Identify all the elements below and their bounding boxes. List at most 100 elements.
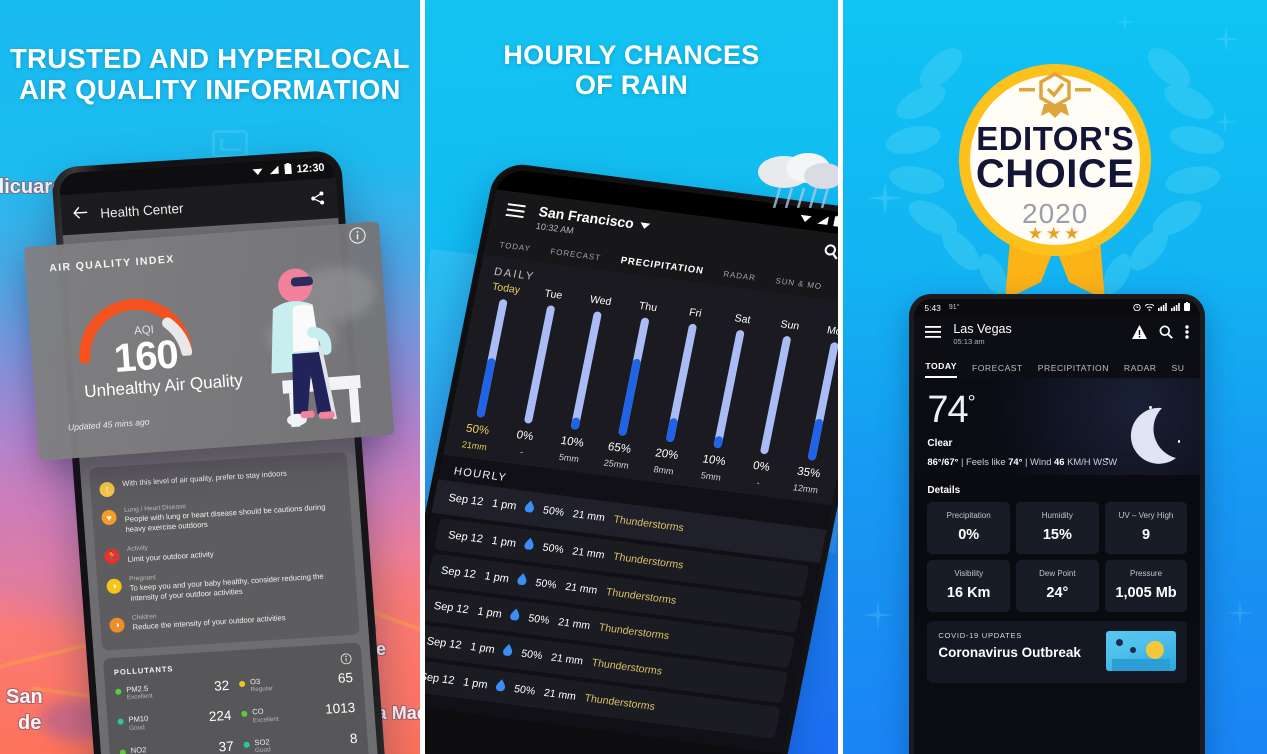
hamburger-menu-icon[interactable] — [504, 203, 526, 223]
search-icon[interactable] — [1159, 325, 1174, 344]
detail-cell-uv[interactable]: UV – Very High 9 — [1104, 502, 1188, 555]
bar-percent-label: 35% — [795, 465, 821, 481]
health-advice-card: ! With this level of air quality, prefer… — [88, 451, 360, 651]
hourly-percent: 50% — [534, 576, 558, 592]
pollutant-category: Regular — [250, 685, 274, 694]
pollutant-value: 1013 — [324, 700, 356, 718]
status-temp: 91° — [948, 304, 960, 311]
pollutant-category: Excellent — [126, 692, 153, 702]
battery-icon — [832, 215, 839, 230]
signal-icon — [1158, 302, 1168, 313]
bar-amount-label: - — [518, 446, 524, 458]
city-name[interactable]: Las Vegas — [953, 322, 1011, 336]
covid-thumbnail — [1106, 631, 1177, 672]
tab-forecast[interactable]: FORECAST — [549, 247, 601, 262]
chevron-down-icon[interactable] — [638, 215, 651, 234]
detail-cell-dew-point[interactable]: Dew Point 24° — [1016, 560, 1099, 613]
hourly-time: 1 pm — [475, 605, 503, 621]
detail-cell-visibility[interactable]: Visibility 16 Km — [927, 560, 1011, 613]
share-icon[interactable] — [310, 190, 325, 208]
bar-amount-label: 25mm — [602, 457, 630, 471]
bar-track — [475, 298, 508, 418]
info-icon[interactable] — [349, 227, 366, 249]
detail-label: Humidity — [1041, 511, 1073, 521]
tab-radar[interactable]: RADAR — [722, 269, 756, 282]
warning-icon: ! — [99, 481, 116, 498]
aqi-card-title: AIR QUALITY INDEX — [48, 253, 176, 275]
detail-cell-humidity[interactable]: Humidity 15% — [1016, 502, 1099, 555]
wifi-icon — [797, 211, 812, 225]
bar-track — [712, 329, 745, 449]
detail-cell-pressure[interactable]: Pressure 1,005 Mb — [1104, 560, 1188, 613]
bar-amount-label: 21mm — [460, 439, 488, 453]
screenshot-panel-precipitation: HOURLY CHANCES OF RAIN 12:30 — [424, 0, 839, 754]
wind-value: 46 — [1054, 456, 1065, 468]
hourly-time: 1 pm — [490, 497, 518, 513]
hourly-time: 1 pm — [468, 641, 496, 656]
detail-value: 0% — [958, 527, 980, 544]
tab-today[interactable]: TODAY — [925, 361, 957, 378]
tab-precipitation[interactable]: PRECIPITATION — [1038, 363, 1109, 378]
detail-label: Pressure — [1130, 569, 1163, 579]
info-icon[interactable] — [340, 651, 352, 670]
bar-track — [617, 317, 650, 437]
hourly-date: Sep 12 — [432, 599, 470, 617]
heart-icon: ♥ — [101, 509, 118, 526]
phone-screen: 5:43 91° Las Vegas 05:13 am TODAY FORECA… — [914, 299, 1201, 754]
status-bar: 5:43 91° — [914, 299, 1201, 316]
tab-radar[interactable]: RADAR — [1124, 363, 1157, 378]
sparkle-icon — [1227, 600, 1254, 626]
covid-title: Coronavirus Outbreak — [938, 645, 1081, 661]
tab-sun-and-moon[interactable]: SUN & MO — [774, 276, 822, 291]
status-dot-icon — [119, 749, 127, 754]
running-icon: 🏃 — [103, 548, 121, 565]
detail-value: 16 Km — [946, 585, 991, 602]
hamburger-menu-icon[interactable] — [925, 325, 942, 343]
bar-amount-label: - — [755, 477, 761, 488]
headline-line-1: TRUSTED AND HYPERLOCAL — [9, 43, 410, 74]
status-dot-icon — [241, 711, 248, 718]
hourly-condition: Thunderstorms — [597, 621, 670, 643]
tab-today[interactable]: TODAY — [498, 240, 531, 253]
bar-amount-label: 5mm — [557, 451, 580, 465]
store-screenshot-gallery: dicuaro San de itzio Canje Villa Mad TRU… — [0, 0, 1267, 754]
arrow-back-icon[interactable] — [73, 206, 89, 223]
pollutant-value: 8 — [349, 730, 358, 747]
water-drop-icon — [523, 536, 535, 555]
bar-percent-label: 50% — [464, 422, 490, 438]
hourly-time: 1 pm — [483, 570, 510, 586]
pollutant-name: PM10 — [128, 714, 149, 725]
app-bar: Las Vegas 05:13 am — [914, 316, 1201, 352]
more-vertical-icon[interactable] — [1185, 324, 1190, 344]
detail-value: 15% — [1042, 527, 1072, 544]
status-time: 5:43 — [924, 302, 941, 313]
detail-label: UV – Very High — [1118, 511, 1174, 521]
hourly-date: Sep 12 — [425, 635, 463, 652]
detail-label: Precipitation — [946, 511, 991, 521]
search-icon[interactable] — [821, 243, 838, 265]
bar-amount-label: 8mm — [652, 464, 675, 477]
feels-like-value: 74° — [1008, 456, 1023, 468]
hourly-condition: Thunderstorms — [612, 513, 685, 535]
pollutants-grid: PM2.5 Excellent 32 O3 Regular 65 PM10 Go… — [115, 670, 359, 754]
feels-like-label: Feels like — [965, 456, 1006, 468]
hourly-percent: 50% — [519, 647, 544, 663]
weather-alert-icon[interactable] — [1132, 324, 1148, 344]
person-illustration — [271, 268, 361, 428]
covid-updates-card[interactable]: COVID-19 UPDATES Coronavirus Outbreak — [927, 621, 1188, 684]
pollutant-category: Excellent — [252, 715, 279, 724]
tab-forecast[interactable]: FORECAST — [972, 363, 1023, 378]
pollutant-value: 65 — [337, 670, 354, 686]
screenshot-panel-air-quality: dicuaro San de itzio Canje Villa Mad TRU… — [0, 0, 420, 754]
phone-mockup-weather: 5:43 91° Las Vegas 05:13 am TODAY FORECA… — [909, 294, 1206, 754]
covid-kicker: COVID-19 UPDATES — [938, 631, 1022, 641]
hourly-time: 1 pm — [461, 676, 489, 692]
tab-sun-and-moon[interactable]: SU — [1172, 363, 1185, 378]
details-title: Details — [914, 475, 1201, 503]
status-dot-icon — [243, 741, 250, 748]
map-label: de — [18, 712, 42, 734]
current-temperature: 74 — [927, 389, 968, 431]
detail-cell-precipitation[interactable]: Precipitation 0% — [927, 502, 1011, 555]
phone-screen: 12:30 San Francisco 10:32 AM — [424, 167, 839, 754]
tab-bar: TODAY FORECAST PRECIPITATION RADAR SU — [914, 352, 1201, 378]
